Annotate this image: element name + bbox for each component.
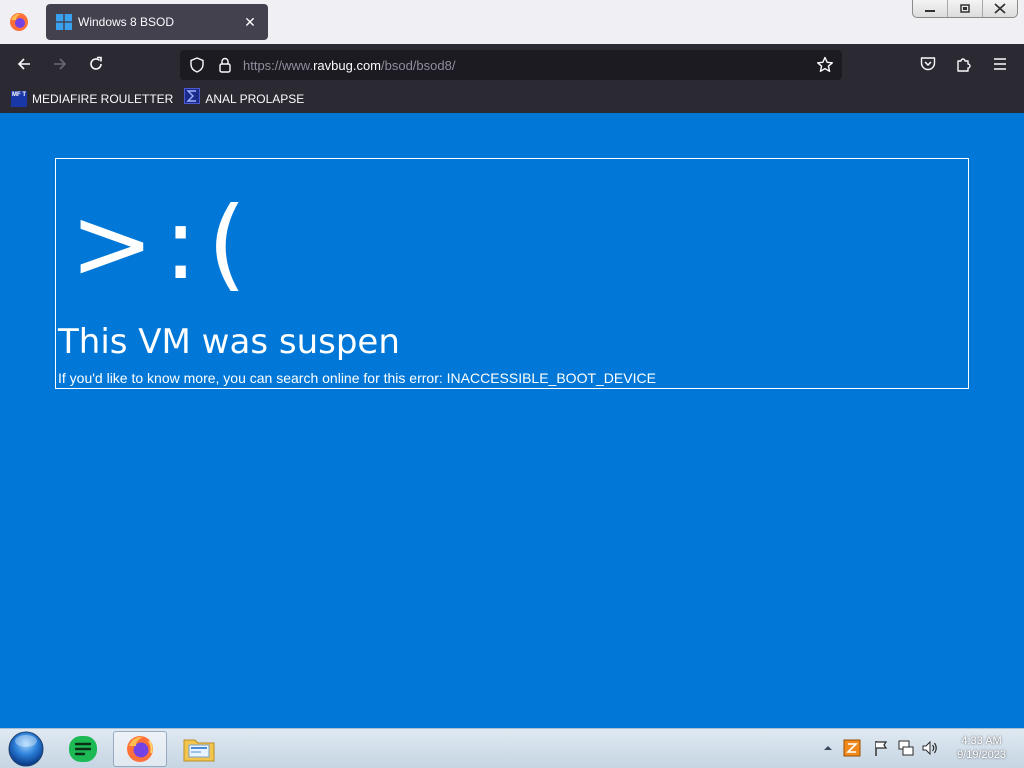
notes-app-icon[interactable] [56,731,110,767]
back-button[interactable] [12,52,36,76]
window-controls [912,0,1018,18]
restore-button[interactable] [947,0,982,17]
close-window-button[interactable] [982,0,1017,17]
bookmarks-toolbar: MF T MEDIAFIRE ROULETTER ANAL PROLAPSE [0,84,1024,113]
windows-logo-icon [56,14,72,30]
network-icon[interactable] [897,737,915,759]
tracking-protection-shield-icon[interactable] [188,56,206,74]
hamburger-menu-icon[interactable] [988,52,1012,76]
clock-time: 4:33 AM [961,735,1002,747]
taskbar-clock[interactable]: 4:33 AM 9/19/2023 [957,734,1006,762]
bookmark-anal-prolapse[interactable]: ANAL PROLAPSE [184,88,304,109]
forward-button[interactable] [48,52,72,76]
tab-close-icon[interactable]: ✕ [242,14,258,31]
action-center-flag-icon[interactable] [872,737,890,759]
bookmark-mediafire-rouletter[interactable]: MF T MEDIAFIRE ROULETTER [11,90,174,107]
bookmark-label: ANAL PROLAPSE [205,91,305,106]
bookmark-label: MEDIAFIRE ROULETTER [32,91,174,106]
bsod-container: >:( This VM was suspen If you'd like to … [55,158,969,389]
show-hidden-icons-chevron-icon[interactable] [819,737,837,759]
start-orb-icon[interactable] [6,731,46,767]
bookmark-star-icon[interactable] [816,56,834,74]
pocket-button[interactable] [916,52,940,76]
lock-icon[interactable] [216,56,234,74]
sigma-icon [184,88,201,109]
taskbar: 4:33 AM 9/19/2023 [0,728,1024,768]
firefox-menu-icon[interactable] [8,11,30,33]
clock-date: 9/19/2023 [957,749,1006,761]
firefox-taskbar-icon[interactable] [113,731,167,767]
url-host: ravbug.com [313,58,381,73]
tab-windows-8-bsod[interactable]: Windows 8 BSOD ✕ [46,4,268,40]
address-bar[interactable]: https://www.ravbug.com/bsod/bsod8/ [180,50,842,80]
page-content: >:( This VM was suspen If you'd like to … [0,113,1024,728]
volume-speaker-icon[interactable] [921,737,939,759]
bsod-title: This VM was suspen [58,322,400,362]
url-text[interactable]: https://www.ravbug.com/bsod/bsod8/ [243,58,455,73]
url-path: /bsod/bsod8/ [381,58,456,73]
file-explorer-icon[interactable] [172,731,226,767]
reload-button[interactable] [84,52,108,76]
extensions-puzzle-icon[interactable] [952,52,976,76]
tab-title: Windows 8 BSOD [78,15,175,29]
navigation-toolbar: https://www.ravbug.com/bsod/bsod8/ [0,44,1024,84]
tab-strip: Windows 8 BSOD ✕ [0,0,1024,44]
archive-app-tray-icon[interactable] [843,737,861,759]
sad-face-emoticon: >:( [70,185,257,302]
url-prefix: https://www. [243,58,314,73]
minimize-button[interactable] [913,0,947,17]
bsod-error-message: If you'd like to know more, you can sear… [58,370,656,386]
mft-icon: MF T [11,90,27,107]
